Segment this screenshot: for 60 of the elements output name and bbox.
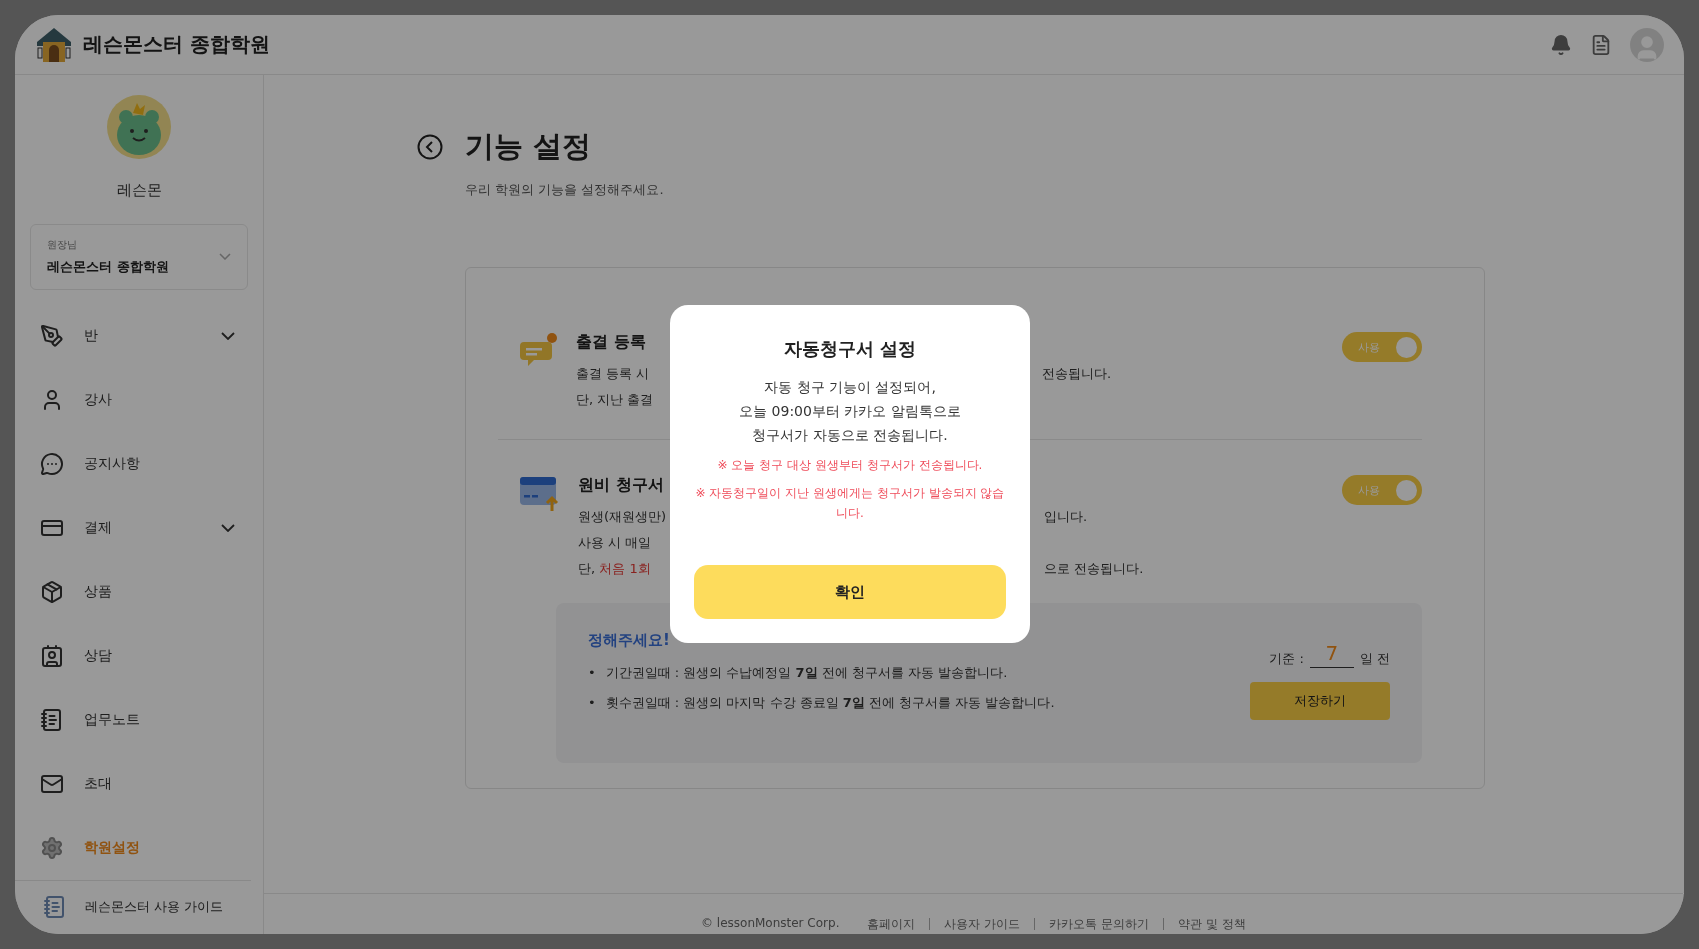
bullet-marker: • (588, 694, 596, 712)
feature-description: 단, 지난 출결 (576, 392, 654, 407)
feature-description: 출결 등록 시 (576, 366, 650, 381)
feature-description: 전송됩니다. (1042, 365, 1112, 383)
dialog-note: ※ 자동청구일이 지난 원생에게는 청구서가 발송되지 않습니다. (694, 485, 1006, 522)
feature-description: 사용 시 매일 (578, 535, 652, 550)
bell-icon[interactable] (1550, 33, 1572, 56)
package-icon (40, 579, 64, 604)
sidebar-item[interactable]: 초대 (15, 751, 263, 816)
settings-icon (40, 835, 64, 860)
sidebar-item[interactable]: 상담 (15, 623, 263, 688)
info-bullet: 횟수권일때 : 원생의 마지막 수강 종료일 7일 전에 청구서를 자동 발송합니다. (605, 694, 1055, 712)
sidebar-item[interactable]: 상품 (15, 559, 263, 624)
save-button[interactable]: 저장하기 (1250, 682, 1390, 720)
footer-link[interactable]: 사용자 가이드 (929, 918, 1021, 930)
academy-name: 레슨몬스터 종합학원 (47, 257, 169, 276)
footer-link[interactable]: 카카오톡 문의하기 (1034, 918, 1150, 930)
profile-name: 레슨몬 (116, 181, 162, 200)
page-subtitle: 우리 학원의 기능을 설정해주세요. (465, 181, 665, 199)
feature-title: 원비 청구서 (578, 475, 664, 496)
brand-name: 레슨몬스터 종합학원 (83, 31, 270, 58)
feature-description: 으로 전송됩니다. (1044, 560, 1144, 578)
dialog-message: 자동 청구 기능이 설정되어, 오늘 09:00부터 카카오 알림톡으로 청구서가 자동으로 전송됩니다. (739, 378, 961, 445)
dialog-note: ※ 오늘 청구 대상 원생부터 청구서가 전송됩니다. (717, 457, 983, 474)
document-icon[interactable] (1590, 33, 1612, 56)
notepad-icon (43, 895, 67, 920)
sidebar-item[interactable]: 결제 (15, 495, 263, 560)
info-bullet: 기간권일때 : 원생의 수납예정일 7일 전에 청구서를 자동 발송합니다. (605, 664, 1008, 682)
basis-unit: 일 전 (1359, 650, 1390, 668)
chevron-down-icon (221, 331, 235, 340)
notebook-icon (40, 707, 64, 732)
chevron-down-icon (221, 523, 235, 532)
footer-link[interactable]: 약관 및 정책 (1163, 918, 1246, 930)
guide-link[interactable]: 레슨몬스터 사용 가이드 (85, 898, 224, 917)
info-heading: 정해주세요! (588, 631, 671, 650)
copyright: © lessonMonster Corp. (701, 916, 840, 930)
card-upload-icon (520, 475, 560, 511)
chevron-down-icon (219, 253, 231, 261)
sidebar-item[interactable]: 공지사항 (15, 431, 263, 496)
role-label: 원장님 (47, 237, 78, 252)
dialog-title: 자동청구서 설정 (783, 337, 917, 361)
frog-avatar (107, 95, 171, 159)
pen-icon (40, 323, 64, 348)
page-title: 기능 설정 (465, 128, 592, 165)
sidebar-item[interactable]: 업무노트 (15, 687, 263, 752)
feature-title: 출결 등록 (576, 332, 646, 353)
basis-label: 기준 : (1269, 650, 1304, 668)
feature-description: 단, 처음 1회 (578, 561, 651, 576)
academy-select[interactable]: 원장님 레슨몬스터 종합학원 (30, 224, 248, 290)
sidebar-item[interactable]: 반 (15, 303, 263, 368)
chat-bubble-icon (40, 451, 64, 476)
back-icon[interactable] (417, 134, 443, 160)
confirm-button[interactable]: 확인 (694, 565, 1006, 619)
bullet-marker: • (588, 664, 596, 682)
contact-book-icon (40, 643, 64, 668)
feature-description: 입니다. (1044, 508, 1088, 526)
footer-link[interactable]: 홈페이지 (853, 918, 916, 930)
house-logo-icon (35, 25, 73, 64)
sidebar-item[interactable]: 강사 (15, 367, 263, 432)
feature-description: 원생(재원생만) (578, 509, 667, 524)
